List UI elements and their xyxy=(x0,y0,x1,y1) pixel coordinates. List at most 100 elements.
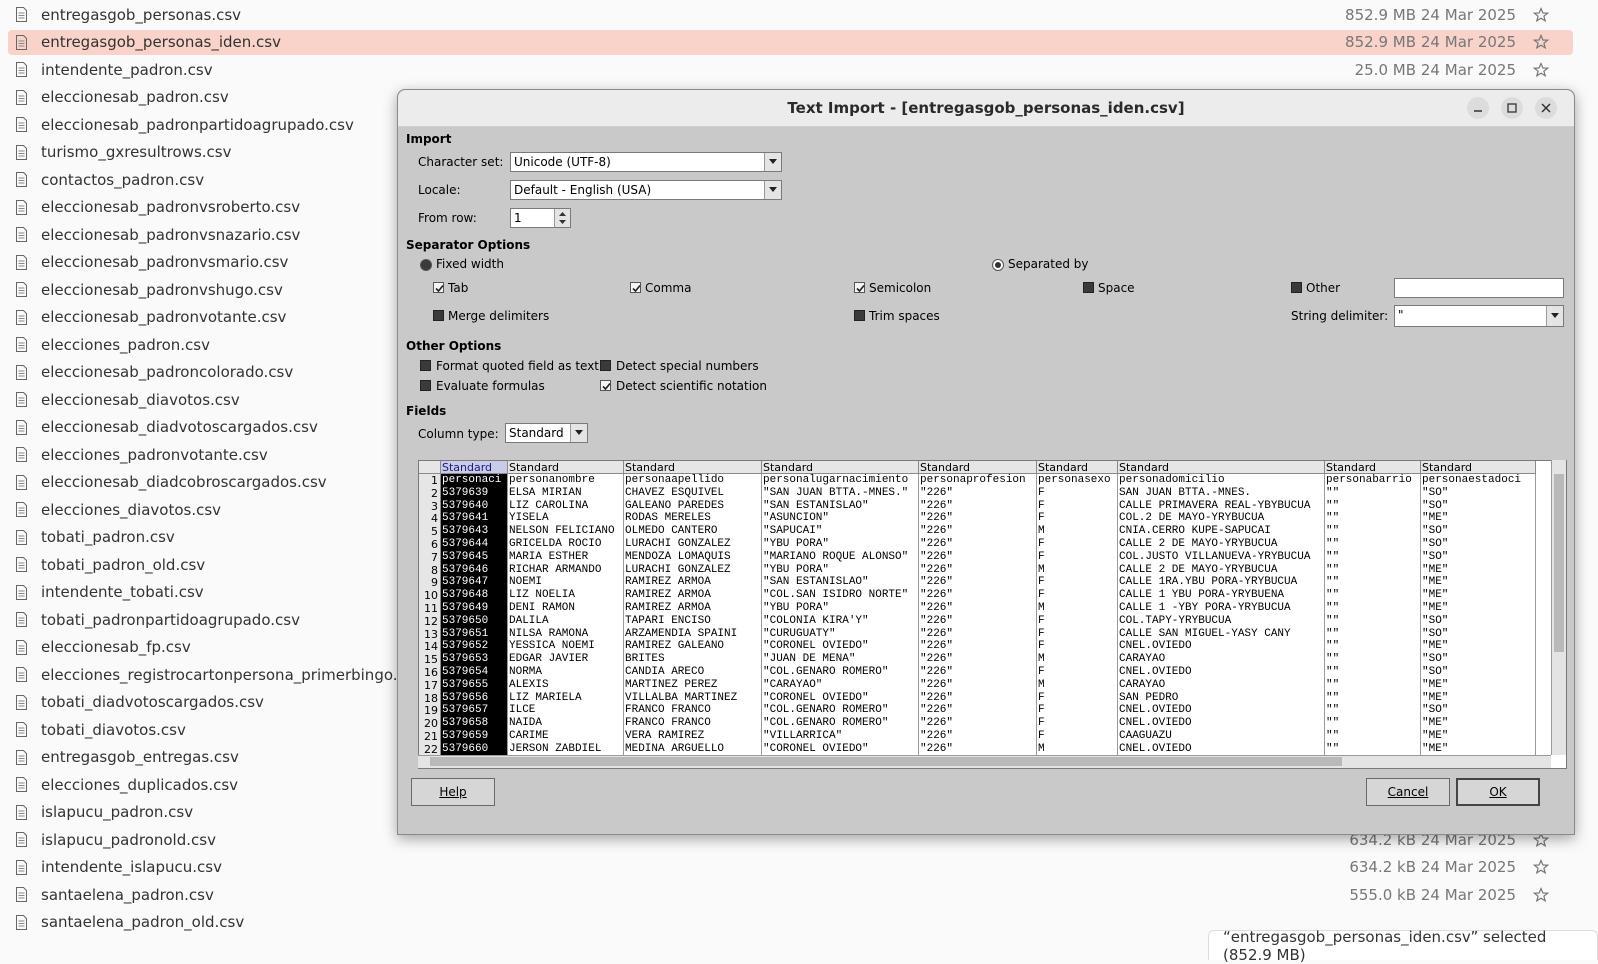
grid-cell[interactable]: CNEL.OVIEDO xyxy=(1118,640,1325,653)
grid-cell[interactable]: COL.JUSTO VILLANUEVA-YRYBUCUA xyxy=(1118,551,1325,564)
grid-cell[interactable]: "SAPUCAI" xyxy=(762,525,919,538)
file-row[interactable]: intendente_padron.csv 25.0 MB 24 Mar 2025 xyxy=(8,57,1573,82)
grid-cell[interactable]: 5379658 xyxy=(441,717,508,731)
grid-cell[interactable]: GALEANO PAREDES xyxy=(624,500,762,513)
grid-cell[interactable]: "226" xyxy=(919,512,1037,525)
column-divider[interactable] xyxy=(1535,474,1536,768)
grid-cell[interactable]: "SO" xyxy=(1421,538,1536,551)
grid-cell[interactable]: NOEMI xyxy=(508,576,624,589)
grid-cell[interactable]: 5379651 xyxy=(441,627,508,641)
locale-select[interactable]: Default - English (USA) xyxy=(510,180,782,200)
grid-cell[interactable]: GRICELDA ROCIO xyxy=(508,538,624,551)
grid-cell[interactable]: 5379649 xyxy=(441,602,508,615)
column-divider[interactable] xyxy=(1117,474,1118,768)
grid-cell[interactable]: F xyxy=(1037,589,1118,602)
column-type-select[interactable]: Standard xyxy=(505,423,588,443)
grid-cell[interactable]: F xyxy=(1037,551,1118,564)
grid-cell[interactable]: "" xyxy=(1325,679,1421,692)
grid-cell[interactable]: "" xyxy=(1325,551,1421,564)
grid-cell[interactable]: CARIME xyxy=(508,730,624,743)
grid-cell[interactable]: "CORONEL OVIEDO" xyxy=(762,692,919,705)
grid-cell[interactable]: CALLE PRIMAVERA REAL-YBYBUCUA xyxy=(1118,500,1325,513)
grid-cell[interactable]: "MARIANO ROQUE ALONSO" xyxy=(762,551,919,564)
grid-cell[interactable]: RAMIREZ ARMOA xyxy=(624,602,762,615)
grid-cell[interactable]: "ASUNCION" xyxy=(762,512,919,525)
grid-cell[interactable]: F xyxy=(1037,538,1118,551)
grid-cell[interactable]: "ME" xyxy=(1421,602,1536,615)
grid-cell[interactable]: "" xyxy=(1325,487,1421,500)
grid-cell[interactable]: VILLALBA MARTINEZ xyxy=(624,692,762,705)
grid-cell[interactable]: "" xyxy=(1325,692,1421,705)
grid-cell[interactable]: LIZ MARIELA xyxy=(508,692,624,705)
grid-cell[interactable]: FRANCO FRANCO xyxy=(624,717,762,730)
grid-cell[interactable]: personasexo xyxy=(1037,474,1118,487)
close-button[interactable] xyxy=(1535,97,1557,119)
ok-button[interactable]: OK xyxy=(1456,778,1540,806)
trim-spaces-checkbox[interactable] xyxy=(854,310,865,321)
grid-cell[interactable]: personalugarnacimiento xyxy=(762,474,919,487)
grid-cell[interactable]: "226" xyxy=(919,576,1037,589)
column-type-header[interactable]: Standard xyxy=(919,461,1037,474)
grid-cell[interactable]: "" xyxy=(1325,589,1421,602)
grid-cell[interactable]: "SAN ESTANISLAO" xyxy=(762,576,919,589)
grid-cell[interactable]: RAMIREZ ARMOA xyxy=(624,589,762,602)
grid-cell[interactable]: "ME" xyxy=(1421,717,1536,730)
grid-cell[interactable]: "226" xyxy=(919,692,1037,705)
grid-cell[interactable]: "SO" xyxy=(1421,487,1536,500)
help-button[interactable]: Help xyxy=(411,778,495,806)
grid-cell[interactable]: F xyxy=(1037,730,1118,743)
grid-cell[interactable]: personaapellido xyxy=(624,474,762,487)
grid-cell[interactable]: "YBU PORA" xyxy=(762,564,919,577)
string-delimiter-select[interactable]: " xyxy=(1394,305,1564,327)
grid-cell[interactable]: EDGAR JAVIER xyxy=(508,653,624,666)
grid-cell[interactable]: "226" xyxy=(919,615,1037,628)
grid-cell[interactable]: "226" xyxy=(919,538,1037,551)
grid-cell[interactable]: "" xyxy=(1325,704,1421,717)
grid-cell[interactable]: NORMA xyxy=(508,666,624,679)
grid-cell[interactable]: M xyxy=(1037,525,1118,538)
charset-select[interactable]: Unicode (UTF-8) xyxy=(510,152,782,172)
grid-cell[interactable]: "226" xyxy=(919,628,1037,641)
grid-cell[interactable]: "226" xyxy=(919,589,1037,602)
grid-cell[interactable]: CNEL.OVIEDO xyxy=(1118,717,1325,730)
merge-delimiters-checkbox[interactable] xyxy=(433,310,444,321)
column-divider[interactable] xyxy=(918,474,919,768)
grid-cell[interactable]: "" xyxy=(1325,576,1421,589)
grid-cell[interactable]: "ME" xyxy=(1421,576,1536,589)
grid-cell[interactable]: M xyxy=(1037,653,1118,666)
grid-cell[interactable]: DALILA xyxy=(508,615,624,628)
grid-cell[interactable]: LIZ NOELIA xyxy=(508,589,624,602)
grid-cell[interactable]: "226" xyxy=(919,487,1037,500)
grid-cell[interactable]: "226" xyxy=(919,666,1037,679)
grid-cell[interactable]: CALLE SAN MIGUEL-YASY CAÑY xyxy=(1118,628,1325,641)
grid-cell[interactable]: "226" xyxy=(919,551,1037,564)
grid-cell[interactable]: "COL.SAN ISIDRO NORTE" xyxy=(762,589,919,602)
format-quoted-checkbox[interactable] xyxy=(420,360,431,371)
grid-cell[interactable]: BRITES xyxy=(624,653,762,666)
grid-cell[interactable]: LIZ CAROLINA xyxy=(508,500,624,513)
grid-cell[interactable]: "YBU PORA" xyxy=(762,538,919,551)
grid-cell[interactable]: 5379657 xyxy=(441,704,508,718)
grid-cell[interactable]: personanombre xyxy=(508,474,624,487)
grid-cell[interactable]: RICHAR ARMANDO xyxy=(508,564,624,577)
grid-cell[interactable]: MEDINA ARGUELLO xyxy=(624,743,762,756)
file-row[interactable]: santaelena_padron.csv 555.0 kB 24 Mar 2025 xyxy=(8,882,1573,907)
column-type-header[interactable]: Standard xyxy=(624,461,762,474)
grid-cell[interactable]: "" xyxy=(1325,717,1421,730)
grid-cell[interactable]: YISELA xyxy=(508,512,624,525)
grid-cell[interactable]: M xyxy=(1037,564,1118,577)
grid-cell[interactable]: MARIA ESTHER xyxy=(508,551,624,564)
column-type-header[interactable]: Standard xyxy=(762,461,919,474)
grid-cell[interactable]: "226" xyxy=(919,602,1037,615)
column-divider[interactable] xyxy=(761,474,762,768)
grid-cell[interactable]: "" xyxy=(1325,615,1421,628)
star-icon[interactable] xyxy=(1533,61,1549,78)
grid-cell[interactable]: LURACHI GONZALEZ xyxy=(624,538,762,551)
grid-cell[interactable]: CAAGUAZU xyxy=(1118,730,1325,743)
grid-cell[interactable]: CHAVEZ ESQUIVEL xyxy=(624,487,762,500)
grid-cell[interactable]: "SAN ESTANISLAO" xyxy=(762,500,919,513)
grid-cell[interactable]: F xyxy=(1037,500,1118,513)
grid-cell[interactable]: "SAN JUAN BTTA.-MNES." xyxy=(762,487,919,500)
separated-by-radio[interactable] xyxy=(992,259,1004,271)
grid-cell[interactable]: FRANCO FRANCO xyxy=(624,704,762,717)
